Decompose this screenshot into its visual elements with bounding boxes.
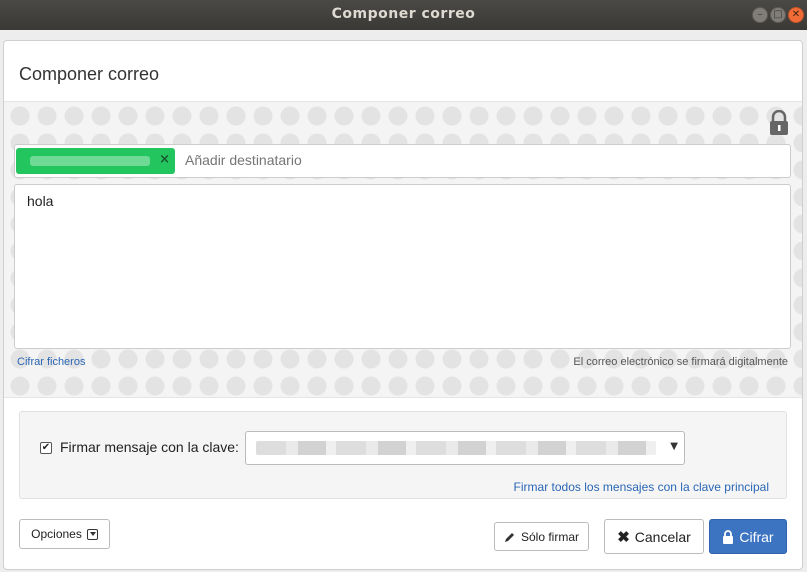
sign-checkbox[interactable]: ✔ [40, 442, 52, 454]
app-window: Componer correo – □ ✕ Componer correo × … [0, 0, 807, 572]
encrypt-files-link[interactable]: Cifrar ficheros [17, 356, 85, 368]
cancel-button[interactable]: ✖ Cancelar [604, 519, 704, 554]
compose-area: × hola Cifrar ficheros El correo electró… [4, 101, 802, 398]
sign-checkbox-label[interactable]: Firmar mensaje con la clave: [60, 439, 239, 455]
dialog-title: Componer correo [19, 64, 160, 84]
signing-key-select[interactable]: ▼ [245, 431, 685, 465]
lock-icon [770, 110, 788, 135]
options-label: Opciones [31, 527, 82, 541]
close-window-button[interactable]: ✕ [788, 7, 804, 23]
add-recipient-input[interactable] [185, 152, 585, 168]
close-icon: ✖ [617, 528, 630, 546]
cancel-label: Cancelar [634, 528, 691, 545]
encrypt-label: Cifrar [739, 528, 774, 545]
options-button[interactable]: Opciones [19, 519, 110, 549]
sign-only-button[interactable]: Sólo firmar [494, 522, 589, 551]
recipient-chip[interactable]: × [16, 148, 175, 174]
title-bar[interactable]: Componer correo – □ ✕ [0, 0, 807, 30]
minimize-button[interactable]: – [752, 7, 768, 23]
signature-note: El correo electrónico se firmará digital… [573, 356, 788, 368]
signing-panel: ✔ Firmar mensaje con la clave: ▼ Firmar … [19, 411, 787, 499]
remove-recipient-icon[interactable]: × [159, 152, 170, 167]
encrypt-button[interactable]: Cifrar [709, 519, 787, 554]
recipients-field[interactable]: × [14, 144, 791, 178]
window-title: Componer correo [331, 6, 476, 22]
signing-key-redacted [256, 441, 656, 455]
lock-icon [723, 529, 734, 544]
recipient-address-redacted [30, 156, 150, 166]
dropdown-caret-icon: ▼ [670, 441, 678, 452]
sign-all-link[interactable]: Firmar todos los mensajes con la clave p… [514, 480, 769, 494]
caret-box-icon [86, 528, 98, 540]
sign-only-label: Sólo firmar [520, 529, 579, 544]
compose-dialog: Componer correo × hola Cifrar ficheros E… [3, 40, 803, 570]
maximize-button[interactable]: □ [770, 7, 786, 23]
pencil-icon [504, 532, 514, 542]
message-body-text: hola [27, 193, 54, 209]
message-body[interactable]: hola [14, 184, 791, 349]
